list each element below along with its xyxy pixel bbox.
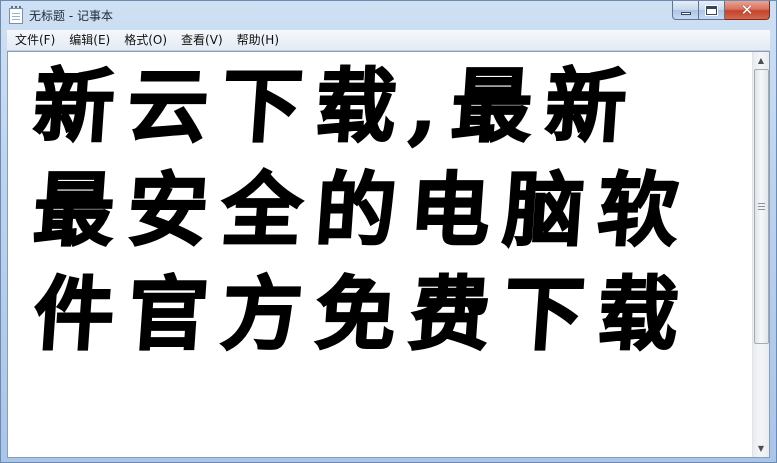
scroll-up-arrow-icon: ▲ xyxy=(757,56,765,65)
menu-help[interactable]: 帮助(H) xyxy=(229,30,285,51)
window-title: 无标题 - 记事本 xyxy=(29,9,113,23)
scroll-thumb[interactable] xyxy=(754,69,769,344)
text-editor[interactable]: 新云下载,最新 最安全的电脑软 件官方免费下载 xyxy=(8,52,752,457)
title-bar[interactable]: 无标题 - 记事本 ✕ xyxy=(1,1,776,30)
minimize-icon xyxy=(680,11,691,15)
maximize-button[interactable] xyxy=(699,1,725,20)
caption-buttons: ✕ xyxy=(672,1,770,21)
menu-bar: 文件(F) 编辑(E) 格式(O) 查看(V) 帮助(H) xyxy=(7,30,770,51)
menu-format[interactable]: 格式(O) xyxy=(116,30,173,51)
close-button[interactable]: ✕ xyxy=(725,1,770,20)
client-area: 新云下载,最新 最安全的电脑软 件官方免费下载 ▲ ▼ xyxy=(7,51,770,458)
scroll-down-arrow-icon: ▼ xyxy=(757,444,765,453)
notepad-icon[interactable] xyxy=(9,6,23,24)
editor-line-3: 件官方免费下载 xyxy=(30,266,697,362)
scroll-down-button[interactable]: ▼ xyxy=(753,440,769,457)
vertical-scrollbar[interactable]: ▲ ▼ xyxy=(752,52,769,457)
minimize-button[interactable] xyxy=(672,1,699,20)
menu-file[interactable]: 文件(F) xyxy=(7,30,61,51)
scroll-grip-icon xyxy=(758,203,765,210)
editor-line-1: 新云下载,最新 xyxy=(30,58,644,154)
menu-edit[interactable]: 编辑(E) xyxy=(61,30,116,51)
editor-line-2: 最安全的电脑软 xyxy=(30,162,697,258)
menu-view[interactable]: 查看(V) xyxy=(173,30,229,51)
maximize-icon xyxy=(705,4,718,16)
scroll-up-button[interactable]: ▲ xyxy=(753,52,769,69)
close-icon: ✕ xyxy=(740,0,754,19)
notepad-window: 无标题 - 记事本 ✕ 文件(F) 编辑(E) 格式(O) 查看(V) 帮助(H… xyxy=(0,0,777,463)
